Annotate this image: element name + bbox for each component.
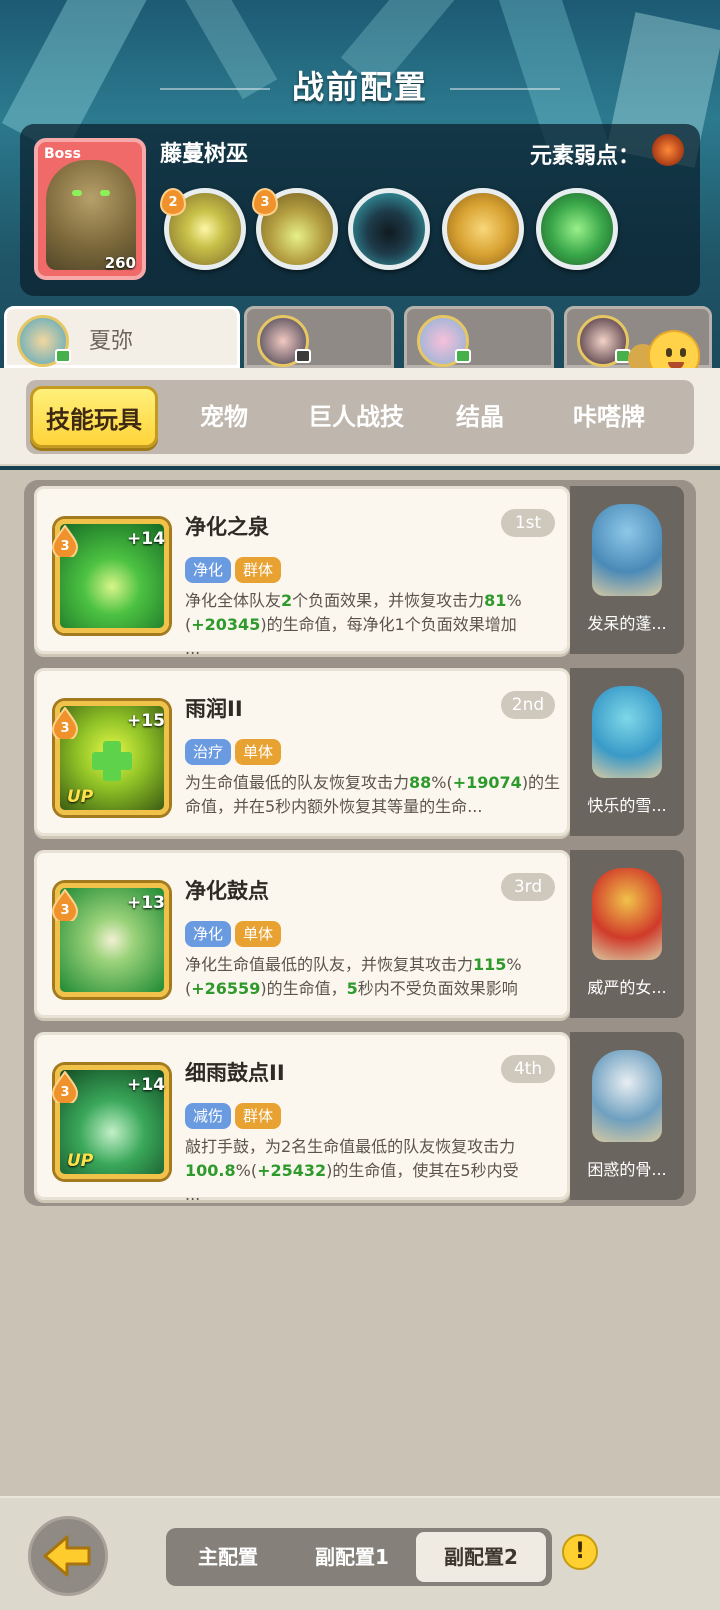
skill-description: 为生命值最低的队友恢复攻击力88%(+19074)的生命值，并在5秒内额外恢复其… bbox=[185, 773, 561, 816]
pet-name: 快乐的雪... bbox=[587, 796, 667, 815]
skill-rank-badge: 4th bbox=[501, 1055, 555, 1083]
skill-level: 3 bbox=[60, 903, 69, 918]
skill-rank-badge: 1st bbox=[501, 509, 555, 537]
skill-description: 净化生命值最低的队友，并恢复其攻击力115%(+26559)的生命值，5秒内不受… bbox=[185, 955, 522, 998]
config-main-tab[interactable]: 主配置 bbox=[166, 1528, 290, 1586]
pet-name: 困惑的骨... bbox=[587, 1160, 667, 1179]
skill-tag: 净化 bbox=[185, 921, 232, 947]
boss-level: 260 bbox=[104, 254, 136, 272]
skill-level: 3 bbox=[60, 539, 69, 554]
skill-row[interactable]: 3 +14 UP 细雨鼓点II 4th 减伤 群体 敲打手鼓，为2名生命值最低的… bbox=[34, 1032, 684, 1204]
category-tabs: 技能玩具 宠物 巨人战技 结晶 咔嗒牌 bbox=[26, 380, 694, 454]
character-tab-1[interactable]: 夏弥 bbox=[4, 306, 240, 368]
tab-skill-toys[interactable]: 技能玩具 bbox=[30, 386, 158, 448]
boss-eye bbox=[100, 190, 110, 196]
character-tab-3[interactable] bbox=[404, 306, 554, 368]
pet-slot[interactable]: 快乐的雪... bbox=[570, 668, 684, 836]
skill-tag: 单体 bbox=[235, 921, 282, 947]
pet-figure-icon bbox=[592, 504, 662, 596]
skill-enhance-level: +15 bbox=[127, 711, 165, 731]
pet-figure-icon bbox=[592, 1050, 662, 1142]
character-badge-icon bbox=[55, 349, 71, 363]
skill-description: 净化全体队友2个负面效果，并恢复攻击力81%(+20345)的生命值，每净化1个… bbox=[185, 591, 522, 658]
skill-level-badge: 2 bbox=[160, 188, 186, 216]
skill-tag: 群体 bbox=[235, 1103, 282, 1129]
chat-eye bbox=[680, 348, 686, 357]
pet-name: 威严的女... bbox=[587, 978, 667, 997]
skill-card[interactable]: 3 +14 UP 细雨鼓点II 4th 减伤 群体 敲打手鼓，为2名生命值最低的… bbox=[34, 1032, 570, 1204]
category-bar: 技能玩具 宠物 巨人战技 结晶 咔嗒牌 bbox=[0, 368, 720, 466]
pet-figure-icon bbox=[592, 868, 662, 960]
config-switcher: 主配置 副配置1 副配置2 bbox=[166, 1528, 552, 1586]
level-drop-badge: 3 bbox=[51, 1071, 79, 1103]
skill-description: 敲打手鼓，为2名生命值最低的队友恢复攻击力100.8%(+25432)的生命值，… bbox=[185, 1137, 519, 1204]
heal-cross-horizontal bbox=[92, 752, 132, 770]
skill-name: 净化之泉 bbox=[185, 515, 269, 539]
skill-enhance-level: +13 bbox=[127, 893, 165, 913]
skill-tag: 治疗 bbox=[185, 739, 232, 765]
skill-level: 3 bbox=[60, 721, 69, 736]
skill-tag: 群体 bbox=[235, 557, 282, 583]
level-drop-badge: 3 bbox=[51, 889, 79, 921]
page-title: 战前配置 bbox=[291, 68, 428, 106]
skill-up-badge: UP bbox=[67, 787, 94, 807]
pet-slot[interactable]: 困惑的骨... bbox=[570, 1032, 684, 1200]
pet-slot[interactable]: 威严的女... bbox=[570, 850, 684, 1018]
skill-rank-badge: 3rd bbox=[501, 873, 555, 901]
boss-card[interactable]: Boss 260 bbox=[34, 138, 146, 280]
config-sub2-tab[interactable]: 副配置2 bbox=[416, 1532, 546, 1582]
tab-crystals[interactable]: 结晶 bbox=[434, 380, 526, 454]
skill-level-badge: 3 bbox=[252, 188, 278, 216]
skill-row[interactable]: 3 +14 净化之泉 1st 净化 群体 净化全体队友2个负面效果，并恢复攻击力… bbox=[34, 486, 684, 658]
fire-element-icon[interactable] bbox=[652, 134, 684, 166]
skill-tag: 净化 bbox=[185, 557, 232, 583]
level-drop-badge: 3 bbox=[51, 707, 79, 739]
skill-name: 净化鼓点 bbox=[185, 879, 269, 903]
character-badge-icon bbox=[295, 349, 311, 363]
footer-bar: 主配置 副配置1 副配置2 ! bbox=[0, 1496, 720, 1610]
skill-card[interactable]: 3 +13 净化鼓点 3rd 净化 单体 净化生命值最低的队友，并恢复其攻击力1… bbox=[34, 850, 570, 1018]
skill-card[interactable]: 3 +15 UP 雨润II 2nd 治疗 单体 为生命值最低的队友恢复攻击力88… bbox=[34, 668, 570, 836]
tab-giant-skills[interactable]: 巨人战技 bbox=[288, 380, 424, 454]
element-weakness-label: 元素弱点： bbox=[529, 144, 640, 169]
skill-rank-badge: 2nd bbox=[501, 691, 555, 719]
back-button[interactable] bbox=[28, 1516, 108, 1596]
pet-name: 发呆的蓬... bbox=[587, 614, 667, 633]
skill-enhance-level: +14 bbox=[127, 529, 165, 549]
skill-level: 3 bbox=[60, 1085, 69, 1100]
chat-eye bbox=[666, 348, 672, 357]
boss-name: 藤蔓树巫 bbox=[160, 142, 249, 167]
tab-click-cards[interactable]: 咔嗒牌 bbox=[544, 380, 674, 454]
character-tab-2[interactable] bbox=[244, 306, 394, 368]
skill-enhance-level: +14 bbox=[127, 1075, 165, 1095]
skill-name: 细雨鼓点II bbox=[185, 1061, 285, 1085]
character-tabs: 夏弥 bbox=[0, 306, 720, 368]
back-arrow-icon bbox=[43, 1535, 91, 1577]
boss-info-panel: Boss 260 藤蔓树巫 元素弱点： 2 3 bbox=[20, 124, 700, 296]
character-badge-icon bbox=[455, 349, 471, 363]
skill-up-badge: UP bbox=[67, 1151, 94, 1171]
warning-icon[interactable]: ! bbox=[562, 1534, 598, 1570]
boss-skill-shadow-icon[interactable] bbox=[348, 188, 430, 270]
level-drop-badge: 3 bbox=[51, 525, 79, 557]
skill-name: 雨润II bbox=[185, 697, 243, 721]
character-name: 夏弥 bbox=[89, 329, 134, 354]
boss-skill-horn-icon[interactable] bbox=[442, 188, 524, 270]
skill-tag: 减伤 bbox=[185, 1103, 232, 1129]
skill-row[interactable]: 3 +15 UP 雨润II 2nd 治疗 单体 为生命值最低的队友恢复攻击力88… bbox=[34, 668, 684, 836]
boss-eye bbox=[72, 190, 82, 196]
pet-slot[interactable]: 发呆的蓬... bbox=[570, 486, 684, 654]
tab-pets[interactable]: 宠物 bbox=[170, 380, 278, 454]
config-sub1-tab[interactable]: 副配置1 bbox=[290, 1528, 414, 1586]
skill-tag: 单体 bbox=[235, 739, 282, 765]
pet-figure-icon bbox=[592, 686, 662, 778]
boss-skill-slime-icon[interactable] bbox=[536, 188, 618, 270]
skill-card[interactable]: 3 +14 净化之泉 1st 净化 群体 净化全体队友2个负面效果，并恢复攻击力… bbox=[34, 486, 570, 658]
boss-tag: Boss bbox=[44, 146, 81, 162]
skill-row[interactable]: 3 +13 净化鼓点 3rd 净化 单体 净化生命值最低的队友，并恢复其攻击力1… bbox=[34, 850, 684, 1018]
